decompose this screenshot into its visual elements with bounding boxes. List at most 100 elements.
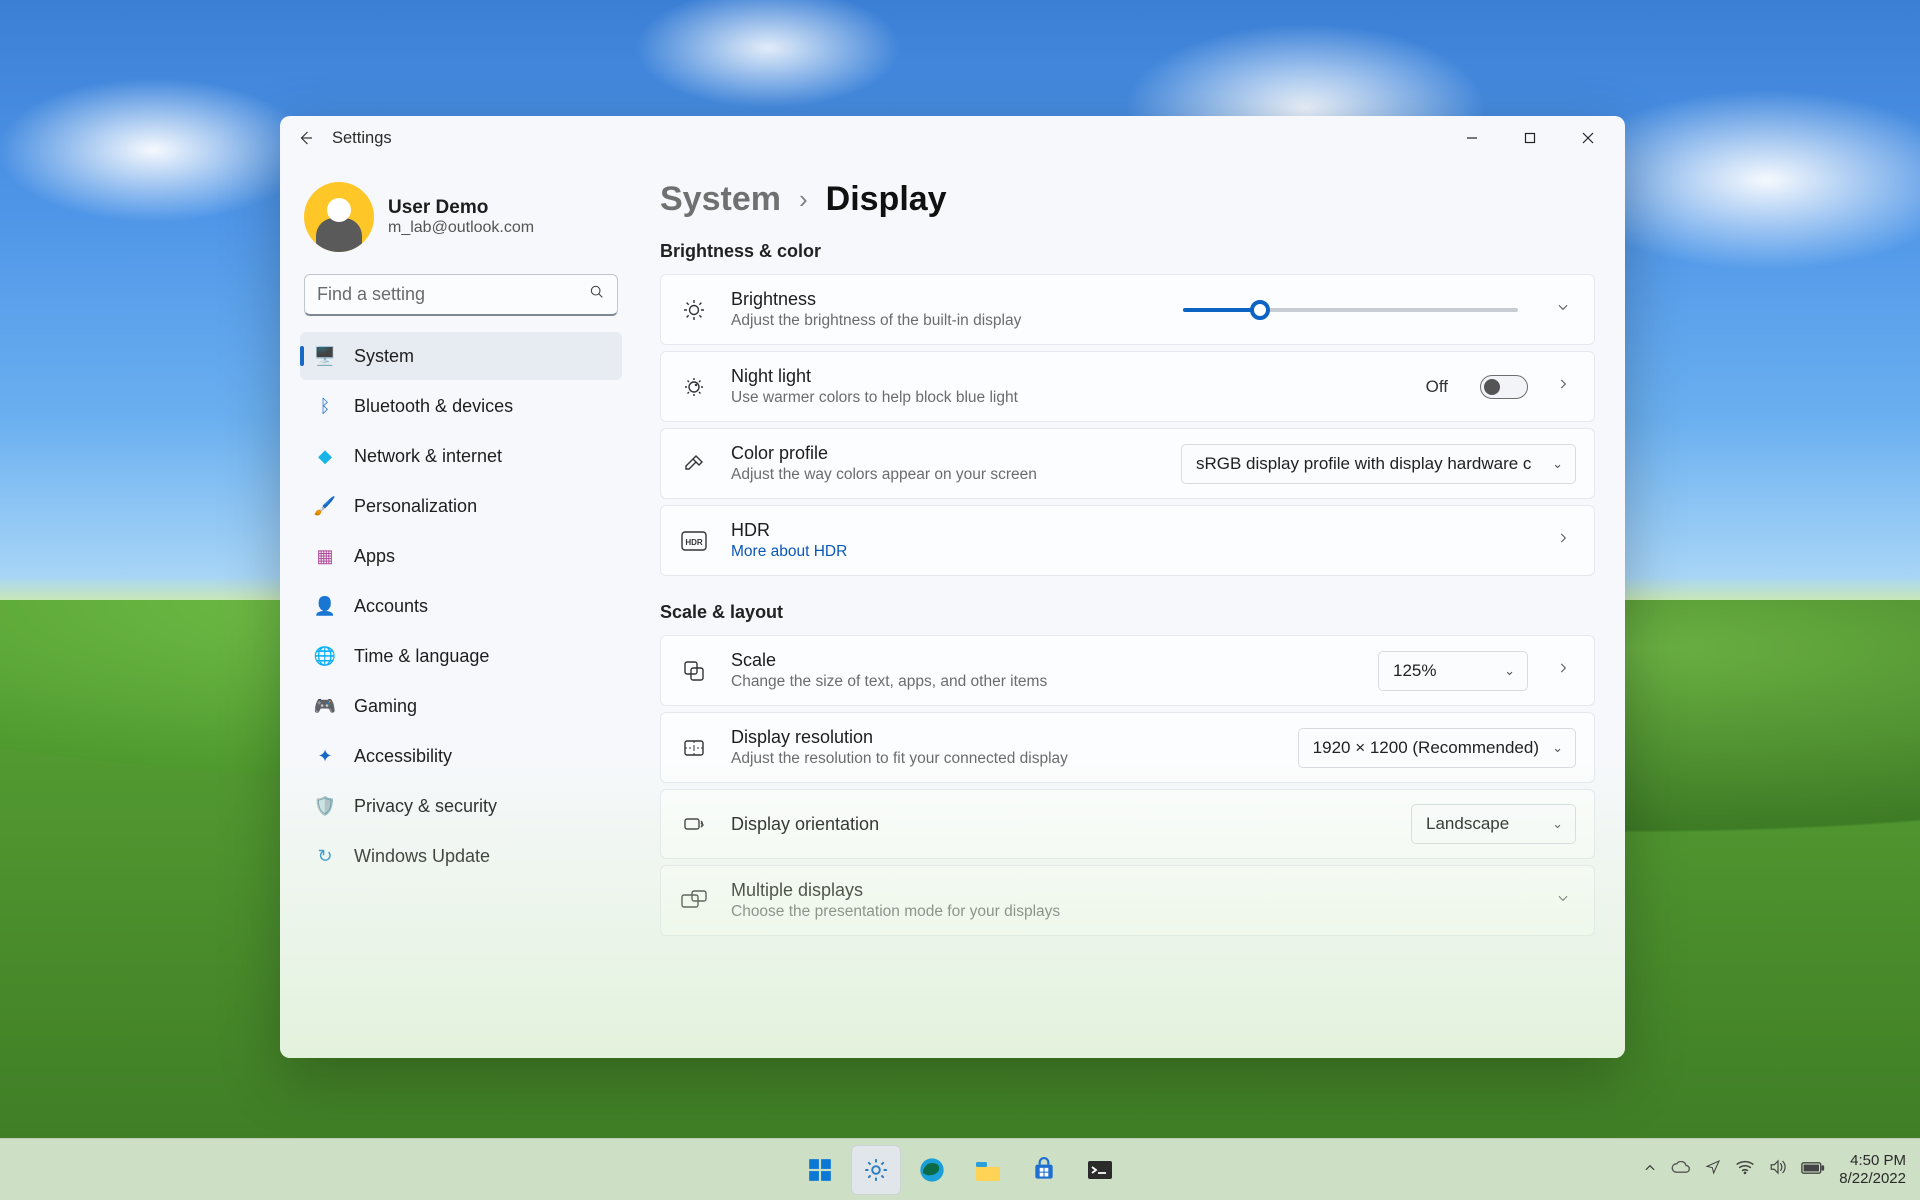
sidebar-item-personalization[interactable]: 🖌️Personalization [300,482,622,530]
slider-thumb[interactable] [1250,300,1270,320]
scale-dropdown[interactable]: 125% ⌄ [1378,651,1528,691]
nav-icon: 🛡️ [314,796,336,817]
breadcrumb-root[interactable]: System [660,180,781,219]
main-content[interactable]: System › Display Brightness & color Brig… [630,160,1625,1058]
chevron-down-icon: ⌄ [1552,456,1563,472]
account-block[interactable]: User Demo m_lab@outlook.com [300,170,622,270]
tray-battery[interactable] [1801,1160,1825,1180]
color-profile-title: Color profile [731,443,1159,464]
nav-label: Time & language [354,646,489,667]
scale-open[interactable] [1550,661,1576,680]
card-night-light: Night light Use warmer colors to help bl… [660,351,1595,422]
sidebar-item-accessibility[interactable]: ✦Accessibility [300,732,622,780]
multiple-displays-icon [679,890,709,912]
tray-overflow[interactable] [1643,1160,1657,1180]
night-light-state: Off [1426,377,1448,397]
chevron-down-icon: ⌄ [1552,740,1563,756]
nav-label: Accounts [354,596,428,617]
orientation-value: Landscape [1426,814,1509,834]
taskbar-store[interactable] [1019,1145,1069,1195]
night-light-sub: Use warmer colors to help block blue lig… [731,389,1404,407]
sidebar-item-bluetooth-devices[interactable]: ᛒBluetooth & devices [300,382,622,430]
tray-location[interactable] [1705,1159,1721,1180]
orientation-title: Display orientation [731,814,1389,835]
store-icon [1031,1157,1057,1183]
nav-icon: 🎮 [314,696,336,717]
tray-volume[interactable] [1769,1159,1787,1180]
nav-icon: ▦ [314,546,336,567]
eyedropper-icon [679,452,709,476]
night-light-open[interactable] [1550,377,1576,396]
hdr-link[interactable]: More about HDR [731,543,1528,561]
account-email: m_lab@outlook.com [388,219,534,237]
tray-clock[interactable]: 4:50 PM 8/22/2022 [1839,1152,1906,1187]
orientation-dropdown[interactable]: Landscape ⌄ [1411,804,1576,844]
hdr-open[interactable] [1550,531,1576,550]
sidebar-item-windows-update[interactable]: ↻ Windows Update [300,832,622,880]
wifi-icon [1735,1159,1755,1175]
nav-label: System [354,346,414,367]
minimize-button[interactable] [1443,116,1501,160]
multiple-sub: Choose the presentation mode for your di… [731,903,1528,921]
close-button[interactable] [1559,116,1617,160]
slider-fill [1183,308,1260,312]
sidebar-item-gaming[interactable]: 🎮Gaming [300,682,622,730]
settings-window: Settings User Demo [280,116,1625,1058]
sidebar-item-time-language[interactable]: 🌐Time & language [300,632,622,680]
expand-button[interactable] [1550,300,1576,319]
scale-value: 125% [1393,661,1436,681]
tray-onedrive[interactable] [1671,1160,1691,1180]
nav-icon: ◆ [314,446,336,467]
resolution-dropdown[interactable]: 1920 × 1200 (Recommended) ⌄ [1298,728,1576,768]
card-resolution: Display resolution Adjust the resolution… [660,712,1595,783]
taskbar-terminal[interactable] [1075,1145,1125,1195]
taskbar-settings[interactable] [851,1145,901,1195]
chevron-down-icon [1556,891,1570,905]
breadcrumb-leaf: Display [826,180,947,219]
clock-date: 8/22/2022 [1839,1170,1906,1187]
sidebar-item-network-internet[interactable]: ◆Network & internet [300,432,622,480]
sidebar-item-system[interactable]: 🖥️System [300,332,622,380]
hdr-icon: HDR [679,531,709,551]
avatar [304,182,374,252]
taskbar-pinned [795,1145,1125,1195]
desktop: Settings User Demo [0,0,1920,1200]
sidebar-item-privacy-security[interactable]: 🛡️Privacy & security [300,782,622,830]
resolution-icon [679,736,709,760]
maximize-button[interactable] [1501,116,1559,160]
nav-label: Apps [354,546,395,567]
battery-icon [1801,1161,1825,1175]
multiple-expand[interactable] [1550,891,1576,910]
section-scale-title: Scale & layout [660,602,1595,623]
brightness-title: Brightness [731,289,1161,310]
speaker-icon [1769,1159,1787,1175]
search-input[interactable] [317,284,589,305]
tray-wifi[interactable] [1735,1159,1755,1180]
nav-label: Personalization [354,496,477,517]
sidebar-item-apps[interactable]: ▦ Apps [300,532,622,580]
brightness-slider[interactable] [1183,308,1518,312]
clock-time: 4:50 PM [1850,1152,1906,1169]
terminal-icon [1086,1158,1114,1182]
scale-sub: Change the size of text, apps, and other… [731,673,1356,691]
search-box[interactable] [304,274,618,316]
color-profile-value: sRGB display profile with display hardwa… [1196,454,1531,474]
taskbar-explorer[interactable] [963,1145,1013,1195]
nav-label: Windows Update [354,846,490,867]
svg-text:HDR: HDR [685,538,703,547]
resolution-value: 1920 × 1200 (Recommended) [1313,738,1539,758]
chevron-right-icon [1556,531,1570,545]
gear-icon [863,1157,889,1183]
resolution-title: Display resolution [731,727,1276,748]
start-button[interactable] [795,1145,845,1195]
system-tray: 4:50 PM 8/22/2022 [1643,1152,1920,1187]
nav-icon: 👤 [314,596,336,617]
sidebar-item-accounts[interactable]: 👤 Accounts [300,582,622,630]
color-profile-dropdown[interactable]: sRGB display profile with display hardwa… [1181,444,1576,484]
cloud-icon [1671,1161,1691,1175]
night-light-toggle[interactable] [1480,375,1528,399]
nav-icon: ↻ [314,846,336,867]
taskbar-edge[interactable] [907,1145,957,1195]
back-button[interactable] [288,120,324,156]
window-controls [1443,116,1617,160]
